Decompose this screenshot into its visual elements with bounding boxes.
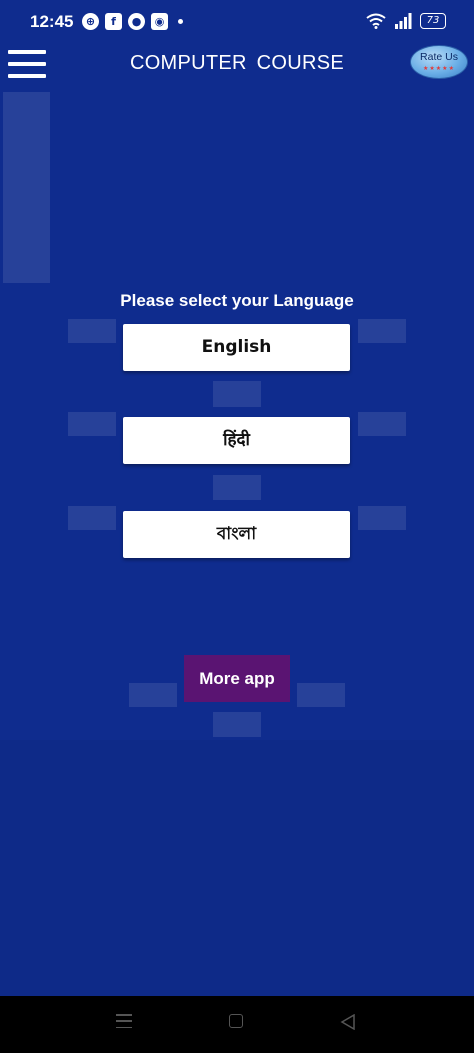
- background-square: [358, 506, 406, 530]
- star-icons: ★★★★★: [423, 65, 455, 72]
- background-square: [358, 319, 406, 343]
- language-prompt: Please select your Language: [120, 291, 354, 310]
- bengali-button[interactable]: বাংলা: [123, 511, 350, 558]
- system-icons: 73: [366, 13, 446, 29]
- rate-us-button[interactable]: Rate Us ★★★★★: [410, 45, 468, 79]
- status-bar: 12:45 ⊕ f ● ◉ 73: [0, 0, 474, 46]
- background-square: [297, 683, 345, 707]
- background-square: [68, 412, 116, 436]
- background-panel: [3, 92, 50, 283]
- back-icon[interactable]: [340, 1014, 356, 1030]
- grid-icon: ⊕: [82, 13, 99, 30]
- wifi-icon: [366, 13, 386, 29]
- status-time: 12:45: [30, 12, 74, 31]
- more-app-button[interactable]: More app: [184, 655, 290, 702]
- hindi-button[interactable]: हिंदी: [123, 417, 350, 464]
- notification-icons: ⊕ f ● ◉: [82, 13, 183, 30]
- app-screen: 12:45 ⊕ f ● ◉ 73 COMPUTER COURSE Rate Us…: [0, 0, 474, 1053]
- battery-icon: 73: [420, 13, 446, 29]
- navigation-bar: [0, 996, 474, 1053]
- background-square: [213, 712, 261, 737]
- facebook-icon: f: [105, 13, 122, 30]
- background-square: [213, 475, 261, 500]
- page-title: COMPUTER COURSE: [129, 52, 345, 74]
- rate-us-label: Rate Us: [420, 51, 458, 63]
- background-square: [358, 412, 406, 436]
- background-square: [68, 319, 116, 343]
- lower-panel: [0, 740, 474, 996]
- dot-icon: [178, 19, 183, 24]
- app-icon: ●: [128, 13, 145, 30]
- recent-apps-icon[interactable]: [116, 1014, 132, 1028]
- app-icon: ◉: [151, 13, 168, 30]
- signal-icon: [395, 13, 412, 29]
- background-square: [213, 381, 261, 407]
- background-square: [68, 506, 116, 530]
- english-button[interactable]: English: [123, 324, 350, 371]
- background-square: [129, 683, 177, 707]
- home-icon[interactable]: [229, 1014, 243, 1028]
